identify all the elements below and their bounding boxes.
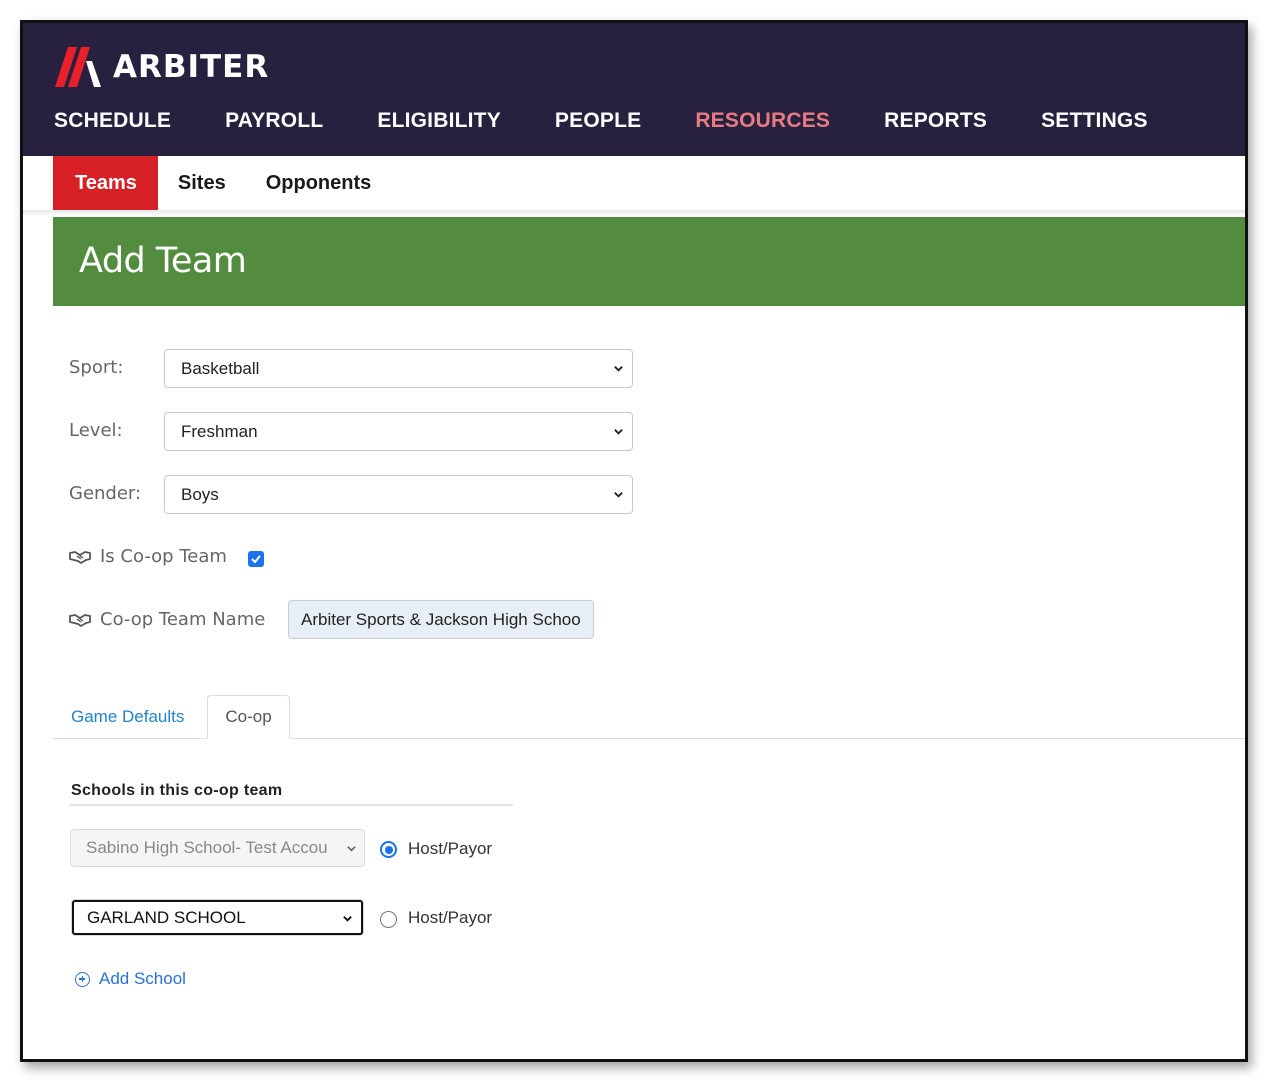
level-select[interactable]: Freshman [164, 412, 633, 451]
school-2-value: GARLAND SCHOOL [87, 907, 246, 927]
chevron-down-icon [345, 843, 358, 854]
coop-name-value: Arbiter Sports & Jackson High Schoo [301, 609, 581, 629]
nav-eligibility[interactable]: ELIGIBILITY [377, 109, 501, 133]
sport-value: Basketball [181, 358, 260, 378]
coop-name-input[interactable]: Arbiter Sports & Jackson High Schoo [288, 600, 594, 639]
host-payor-radio-2[interactable] [380, 911, 397, 928]
is-coop-label: Is Co-op Team [100, 546, 227, 567]
subnav-divider [23, 210, 1245, 216]
host-payor-label-2: Host/Payor [408, 908, 493, 927]
gender-select[interactable]: Boys [164, 475, 633, 514]
host-payor-radio-1[interactable] [380, 841, 397, 858]
host-payor-label-1: Host/Payor [408, 839, 493, 858]
subnav-opponents[interactable]: Opponents [246, 156, 392, 210]
add-school-button[interactable]: Add School [75, 969, 186, 989]
nav-payroll[interactable]: PAYROLL [225, 109, 323, 133]
is-coop-checkbox[interactable] [248, 551, 264, 567]
section-divider [70, 804, 513, 806]
main-nav: SCHEDULE PAYROLL ELIGIBILITY PEOPLE RESO… [54, 109, 1202, 133]
tab-game-defaults[interactable]: Game Defaults [71, 695, 184, 739]
page-title: Add Team [79, 241, 247, 281]
subnav-sites[interactable]: Sites [158, 156, 246, 210]
sub-nav: Teams Sites Opponents [53, 156, 391, 210]
app-window: ARBITER SCHEDULE PAYROLL ELIGIBILITY PEO… [20, 20, 1248, 1062]
chevron-down-icon [343, 916, 352, 922]
subnav-teams[interactable]: Teams [53, 156, 158, 210]
gender-value: Boys [181, 484, 219, 504]
school-1-value: Sabino High School- Test Accou [86, 838, 328, 857]
checkmark-icon [251, 555, 261, 564]
handshake-icon [69, 614, 91, 627]
nav-schedule[interactable]: SCHEDULE [54, 109, 171, 133]
nav-reports[interactable]: REPORTS [884, 109, 987, 133]
add-school-label: Add School [99, 969, 186, 988]
arbiter-logo-icon [55, 47, 101, 87]
level-value: Freshman [181, 421, 258, 441]
tab-coop[interactable]: Co-op [207, 695, 290, 739]
top-header: ARBITER SCHEDULE PAYROLL ELIGIBILITY PEO… [23, 23, 1245, 156]
page-banner: Add Team [53, 217, 1245, 306]
nav-settings[interactable]: SETTINGS [1041, 109, 1148, 133]
chevron-down-icon [614, 429, 623, 435]
gender-label: Gender: [69, 483, 142, 504]
school-select-2[interactable]: GARLAND SCHOOL [72, 900, 363, 935]
nav-resources[interactable]: RESOURCES [695, 109, 830, 133]
sport-label: Sport: [69, 357, 124, 378]
sport-select[interactable]: Basketball [164, 349, 633, 388]
coop-name-label: Co-op Team Name [100, 609, 266, 630]
chevron-down-icon [614, 366, 623, 372]
school-select-1: Sabino High School- Test Accou [70, 829, 365, 867]
nav-people[interactable]: PEOPLE [555, 109, 641, 133]
plus-circle-icon [75, 971, 90, 987]
brand-name: ARBITER [113, 49, 270, 85]
logo[interactable]: ARBITER [55, 45, 269, 89]
handshake-icon [69, 551, 91, 564]
level-label: Level: [69, 420, 123, 441]
chevron-down-icon [614, 492, 623, 498]
section-title: Schools in this co-op team [71, 782, 283, 799]
